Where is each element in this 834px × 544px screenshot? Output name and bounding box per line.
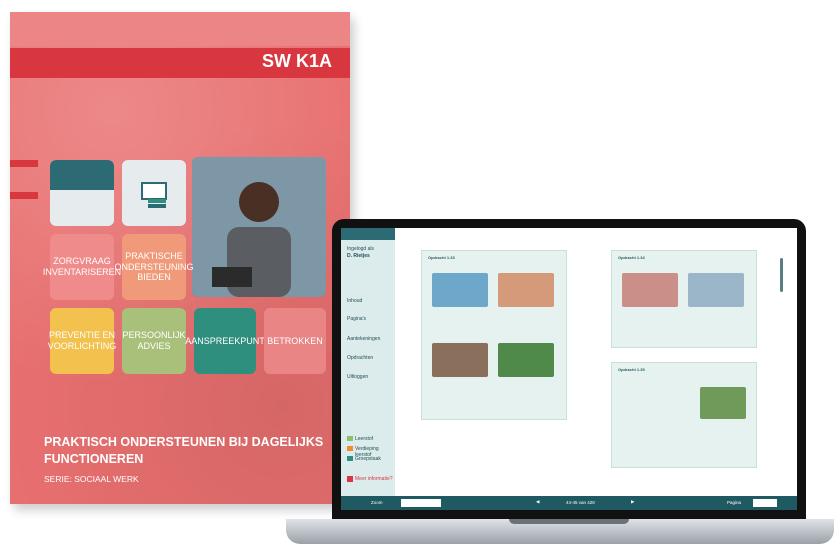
prev-page-icon[interactable]: ◀ (536, 499, 539, 505)
tile-aanspreekpunt: AANSPREEKPUNT (185, 308, 265, 374)
page-right: Opdracht 1.34 Opdracht 1.35 (601, 250, 757, 490)
bottom-toolbar: Zoom ◀ 44-45 van 428 ▶ Pagina (341, 496, 797, 510)
exercise-box-right-2: Opdracht 1.35 (611, 362, 757, 468)
decor-stripe (10, 160, 38, 167)
exercise-title-left: Opdracht 1.33 (428, 255, 455, 260)
user-name: D. Rietjes (347, 253, 370, 259)
next-page-icon[interactable]: ▶ (631, 499, 634, 505)
book-series: SERIE: SOCIAAL WERK (44, 474, 139, 484)
legend-groepstaak: Groepstaak (355, 456, 381, 462)
scrollbar[interactable] (780, 258, 783, 292)
tile-preventie: PREVENTIE EN VOORLICHTING (48, 308, 116, 374)
exercise-image-3 (432, 343, 488, 377)
tile-zorgvraag: ZORGVRAAG INVENTARISEREN (43, 234, 121, 300)
exercise-image-2 (498, 273, 554, 307)
laptop-notch (509, 519, 629, 524)
legend-swatch-verdieping (347, 446, 353, 451)
book-cover: SW K1A ZORGVRAAG INVENTARISEREN PRAKTISC… (10, 12, 350, 504)
exercise-image-1 (432, 273, 488, 307)
tile-praktische-ondersteuning: PRAKTISCHE ONDERSTEUNING BIEDEN (115, 234, 194, 300)
book-code: SW K1A (261, 51, 332, 71)
exercise-image-5 (622, 273, 678, 307)
book-icon-tile (122, 160, 186, 226)
exercise-title-right-2: Opdracht 1.35 (618, 367, 645, 372)
exercise-box-right-1: Opdracht 1.34 (611, 250, 757, 348)
book-title: PRAKTISCH ONDERSTEUNEN BIJ DAGELIJKS FUN… (44, 434, 336, 468)
exercise-image-6 (688, 273, 744, 307)
legend-swatch-leerstof (347, 436, 353, 441)
page-input[interactable] (753, 499, 777, 507)
exercise-box-left: Opdracht 1.33 (421, 250, 567, 420)
decor-stripe (10, 192, 38, 199)
legend-leerstof: Leerstof (355, 436, 374, 442)
books-icon (141, 182, 167, 208)
sidebar: Ingelogd als D. Rietjes Inhoud Pagina's … (341, 228, 395, 510)
nav-uitloggen[interactable]: Uitloggen (347, 374, 368, 380)
tile-persoonlijk-advies: PERSOONLIJK ADVIES (122, 308, 186, 374)
logo-tile (50, 160, 114, 226)
legend-swatch-groepstaak (347, 456, 353, 461)
info-icon[interactable] (347, 476, 353, 482)
zoom-input[interactable] (401, 499, 441, 507)
exercise-image-7 (700, 387, 746, 419)
page-indicator: 44-45 van 428 (566, 500, 595, 505)
logged-in-label: Ingelogd als (347, 246, 374, 252)
sidebar-header (341, 228, 395, 240)
tile-betrokken: BETROKKEN (264, 308, 326, 374)
nav-opdrachten[interactable]: Opdrachten (347, 355, 373, 361)
title-line-1: PRAKTISCH ONDERSTEUNEN BIJ DAGELIJKS (44, 435, 324, 449)
nav-aantekeningen[interactable]: Aantekeningen (347, 336, 380, 342)
exercise-title-right-1: Opdracht 1.34 (618, 255, 645, 260)
exercise-image-4 (498, 343, 554, 377)
info-link[interactable]: Meer informatie? (355, 476, 393, 482)
cover-top-band (10, 12, 350, 46)
code-bar: SW K1A (10, 48, 350, 78)
title-line-2: FUNCTIONEREN (44, 451, 144, 466)
nav-paginas[interactable]: Pagina's (347, 316, 366, 322)
nav-inhoud[interactable]: Inhoud (347, 298, 362, 304)
page-label: Pagina (727, 500, 742, 505)
laptop: Ingelogd als D. Rietjes Inhoud Pagina's … (332, 219, 806, 519)
woman-photo (192, 157, 326, 297)
page-left: Opdracht 1.33 (405, 250, 567, 490)
zoom-label: Zoom (371, 500, 383, 505)
laptop-screen: Ingelogd als D. Rietjes Inhoud Pagina's … (341, 228, 797, 510)
